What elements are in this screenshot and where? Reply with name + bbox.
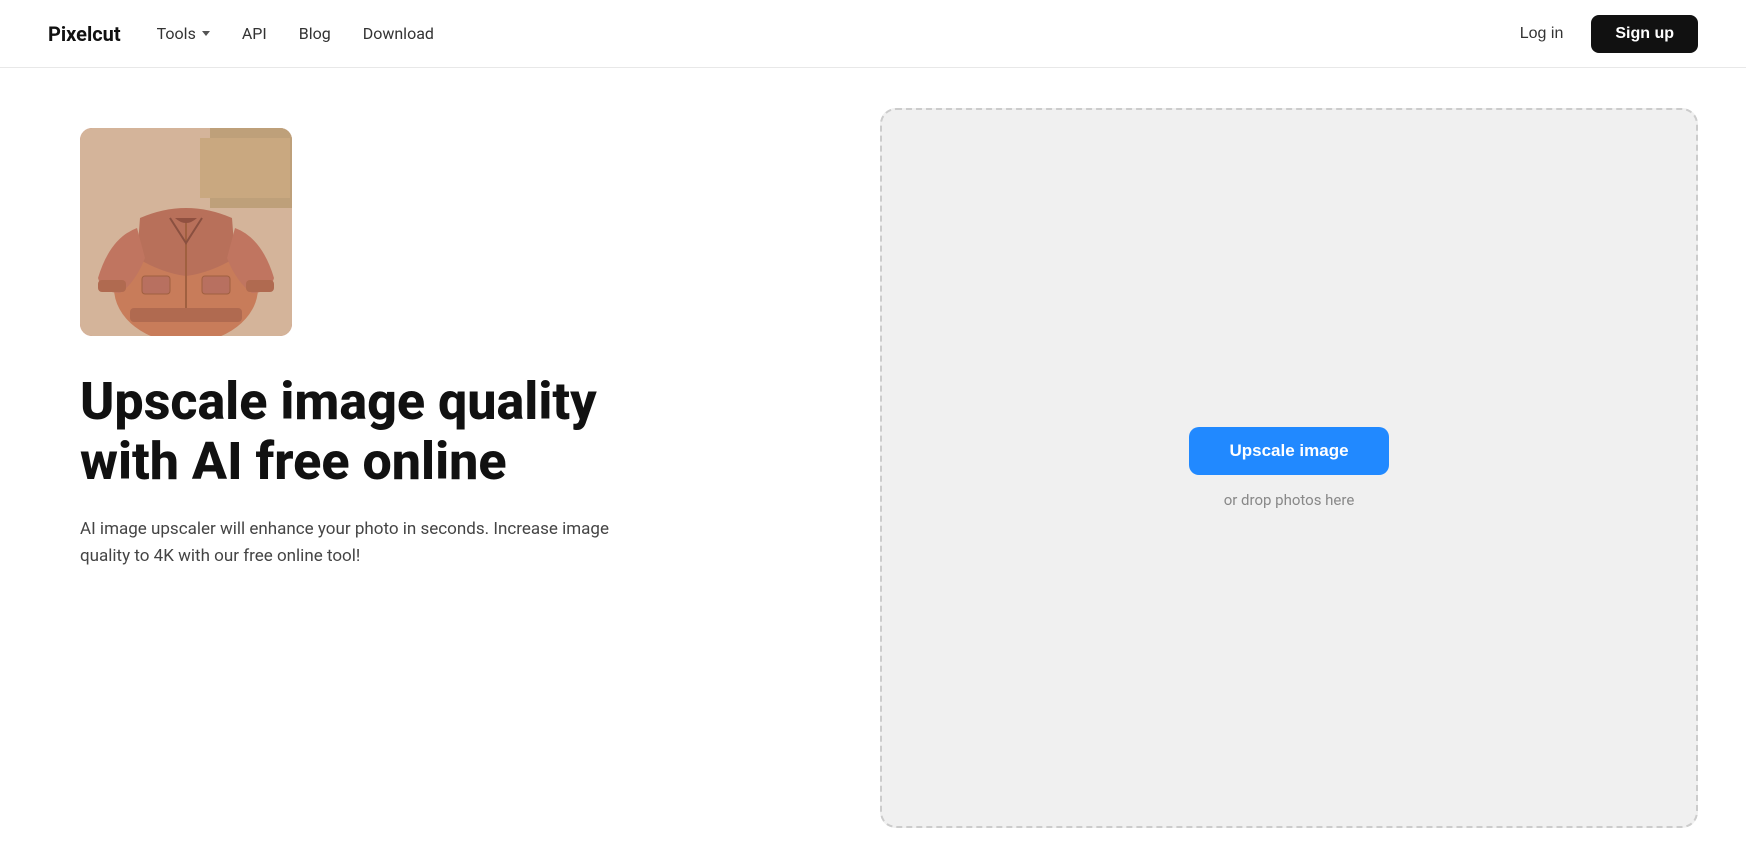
nav-api-label: API <box>242 24 267 43</box>
nav-download-label: Download <box>363 24 434 43</box>
chevron-down-icon <box>202 31 210 36</box>
main-content: Upscale image quality with AI free onlin… <box>0 68 1746 868</box>
drop-hint-text: or drop photos here <box>1224 491 1355 509</box>
login-button[interactable]: Log in <box>1508 17 1576 51</box>
navbar: Pixelcut Tools API Blog Download Log in … <box>0 0 1746 68</box>
nav-download[interactable]: Download <box>363 24 434 43</box>
nav-tools-label: Tools <box>157 24 196 43</box>
nav-blog-label: Blog <box>299 24 331 43</box>
nav-tools[interactable]: Tools <box>157 24 210 43</box>
upscale-image-button[interactable]: Upscale image <box>1189 427 1388 475</box>
signup-button[interactable]: Sign up <box>1591 15 1698 53</box>
left-panel: Upscale image quality with AI free onlin… <box>80 108 860 570</box>
navbar-actions: Log in Sign up <box>1508 15 1698 53</box>
product-image <box>80 128 292 336</box>
site-logo[interactable]: Pixelcut <box>48 22 121 46</box>
hero-title: Upscale image quality with AI free onlin… <box>80 372 720 492</box>
nav-api[interactable]: API <box>242 24 267 43</box>
navbar-links: Tools API Blog Download <box>157 24 1508 43</box>
jacket-svg <box>80 128 292 336</box>
upload-dropzone[interactable]: Upscale image or drop photos here <box>880 108 1698 828</box>
right-panel: Upscale image or drop photos here <box>880 108 1698 828</box>
nav-blog[interactable]: Blog <box>299 24 331 43</box>
hero-description: AI image upscaler will enhance your phot… <box>80 516 660 570</box>
